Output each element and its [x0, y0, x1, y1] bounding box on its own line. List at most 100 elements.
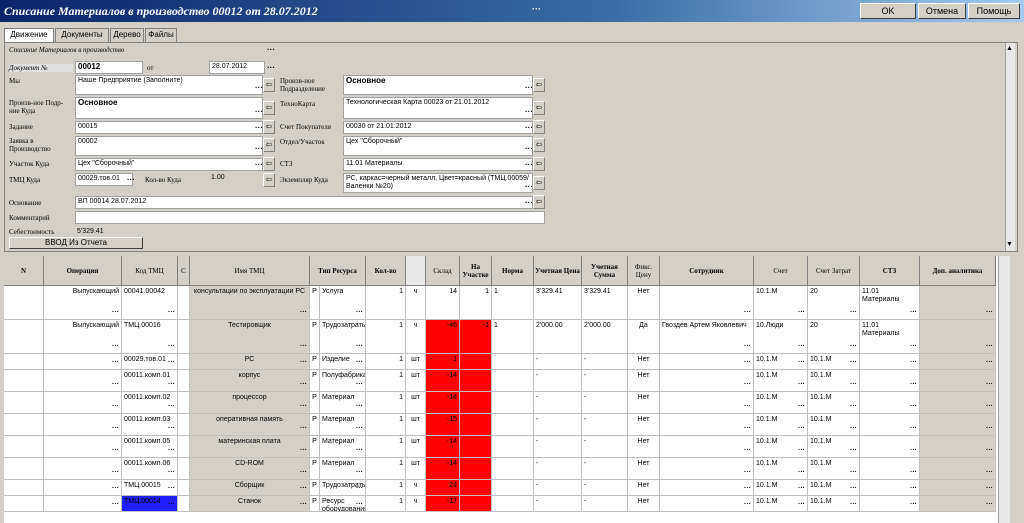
cell-sum-5[interactable]: -: [582, 414, 628, 436]
cell-p-9[interactable]: P: [310, 496, 320, 512]
cell-sum-2[interactable]: -: [582, 354, 628, 370]
select-icon[interactable]: ···: [112, 485, 119, 493]
select-icon[interactable]: ···: [356, 425, 363, 433]
select-icon[interactable]: ···: [300, 359, 307, 367]
cell-code-5[interactable]: 00011.комп.03 ···: [122, 414, 178, 436]
cell-op-5[interactable]: ···: [44, 414, 122, 436]
cell-unit-7[interactable]: шт: [406, 458, 426, 480]
cell-sum-1[interactable]: 2'000.00: [582, 320, 628, 354]
cell-stock-9[interactable]: -17: [426, 496, 460, 512]
cell-aux-0[interactable]: [178, 286, 190, 320]
cell-norm-2[interactable]: [492, 354, 534, 370]
cell-unit-8[interactable]: ч: [406, 480, 426, 496]
select-icon[interactable]: ···: [850, 359, 857, 367]
proddest-open-icon[interactable]: ⇦: [263, 101, 275, 115]
cell-accexp-8[interactable]: 10.1.M ···: [808, 480, 860, 496]
cell-p-5[interactable]: P: [310, 414, 320, 436]
cell-type-8[interactable]: Трудозатраты ···: [320, 480, 366, 496]
cell-price-1[interactable]: 2'000.00: [534, 320, 582, 354]
select-icon[interactable]: ···: [850, 485, 857, 493]
cell-aux-9[interactable]: [4, 496, 44, 512]
cell-onsite-1[interactable]: -1: [460, 320, 492, 354]
select-icon[interactable]: ···: [798, 485, 805, 493]
cell-type-5[interactable]: Материал ···: [320, 414, 366, 436]
cell-price-3[interactable]: -: [534, 370, 582, 392]
cell-stz-8[interactable]: ···: [860, 480, 920, 496]
cell-name-6[interactable]: материнская плата ···: [190, 436, 310, 458]
comment-field[interactable]: [75, 211, 545, 224]
cell-norm-9[interactable]: [492, 496, 534, 512]
select-icon[interactable]: ···: [112, 309, 119, 317]
col-stz[interactable]: СТЗ: [860, 256, 920, 286]
cell-emp-0[interactable]: ···: [660, 286, 754, 320]
cell-accexp-2[interactable]: 10.1.M ···: [808, 354, 860, 370]
dept-field[interactable]: Цех "Сборочный": [343, 136, 533, 156]
request-field[interactable]: 00002: [75, 136, 263, 156]
request-open-icon[interactable]: ⇦: [263, 138, 275, 152]
cell-unit-9[interactable]: ч: [406, 496, 426, 512]
cell-aux-1[interactable]: [4, 320, 44, 354]
col-onsite[interactable]: На Участке: [460, 256, 492, 286]
select-icon[interactable]: ···: [850, 381, 857, 389]
cell-acc-6[interactable]: 10.1.M ···: [754, 436, 808, 458]
cell-onsite-3[interactable]: [460, 370, 492, 392]
select-icon[interactable]: ···: [300, 381, 307, 389]
title-more-icon[interactable]: ···: [532, 4, 541, 14]
cell-stock-3[interactable]: -14: [426, 370, 460, 392]
cell-unit-5[interactable]: шт: [406, 414, 426, 436]
cell-aux-2[interactable]: [4, 354, 44, 370]
select-icon[interactable]: ···: [798, 425, 805, 433]
cell-aux-1[interactable]: ···: [920, 320, 996, 354]
cell-qty-4[interactable]: 1: [366, 392, 406, 414]
stz-field[interactable]: 11.01 Материалы: [343, 158, 533, 171]
cell-fix-1[interactable]: Да: [628, 320, 660, 354]
task-field[interactable]: 00015: [75, 121, 263, 134]
cell-accexp-4[interactable]: 10.1.M ···: [808, 392, 860, 414]
cell-aux-5[interactable]: [4, 414, 44, 436]
cell-acc-2[interactable]: 10.1.M ···: [754, 354, 808, 370]
cell-name-2[interactable]: PC ···: [190, 354, 310, 370]
select-icon[interactable]: ···: [168, 485, 175, 493]
cell-p-7[interactable]: P: [310, 458, 320, 480]
cell-norm-3[interactable]: [492, 370, 534, 392]
select-icon[interactable]: ···: [112, 381, 119, 389]
cell-aux-5[interactable]: [178, 414, 190, 436]
cell-aux-6[interactable]: ···: [920, 436, 996, 458]
cell-name-1[interactable]: Тестировщик ···: [190, 320, 310, 354]
cell-fix-7[interactable]: Нет: [628, 458, 660, 480]
cell-op-7[interactable]: ···: [44, 458, 122, 480]
cell-accexp-1[interactable]: 20 ···: [808, 320, 860, 354]
cell-acc-5[interactable]: 10.1.M ···: [754, 414, 808, 436]
select-icon[interactable]: ···: [986, 501, 993, 509]
cell-type-3[interactable]: Полуфабрикат ···: [320, 370, 366, 392]
cell-unit-0[interactable]: ч: [406, 286, 426, 320]
cell-code-7[interactable]: 00011.комп.06 ···: [122, 458, 178, 480]
select-icon[interactable]: ···: [300, 485, 307, 493]
cell-accexp-7[interactable]: 10.1.M ···: [808, 458, 860, 480]
tab-files[interactable]: Файлы: [145, 28, 177, 42]
cell-aux-7[interactable]: [4, 458, 44, 480]
instance-select-icon[interactable]: ···: [525, 183, 533, 191]
select-icon[interactable]: ···: [168, 425, 175, 433]
select-icon[interactable]: ···: [168, 359, 175, 367]
cell-name-9[interactable]: Станок ···: [190, 496, 310, 512]
select-icon[interactable]: ···: [112, 469, 119, 477]
select-icon[interactable]: ···: [744, 469, 751, 477]
caption-select-icon[interactable]: ···: [267, 46, 275, 54]
cell-fix-5[interactable]: Нет: [628, 414, 660, 436]
select-icon[interactable]: ···: [300, 469, 307, 477]
cell-op-3[interactable]: ···: [44, 370, 122, 392]
cell-price-6[interactable]: -: [534, 436, 582, 458]
select-icon[interactable]: ···: [798, 381, 805, 389]
select-icon[interactable]: ···: [168, 309, 175, 317]
tmc-open-icon[interactable]: ⇦: [263, 173, 275, 187]
cell-stock-7[interactable]: -14: [426, 458, 460, 480]
cancel-button[interactable]: Отмена: [918, 3, 966, 19]
cell-price-2[interactable]: -: [534, 354, 582, 370]
cell-price-7[interactable]: -: [534, 458, 582, 480]
select-icon[interactable]: ···: [356, 359, 363, 367]
cell-aux-3[interactable]: [4, 370, 44, 392]
grid-scrollbar[interactable]: [998, 256, 1010, 523]
cell-qty-3[interactable]: 1: [366, 370, 406, 392]
stz-select-icon[interactable]: ···: [525, 161, 533, 169]
